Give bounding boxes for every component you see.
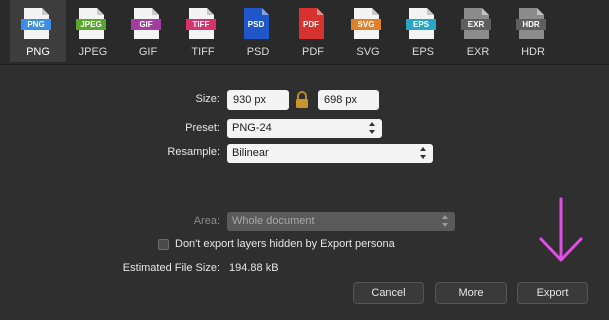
format-tag: EXR: [461, 19, 491, 30]
export-button[interactable]: Export: [517, 282, 588, 304]
resample-select[interactable]: Bilinear: [227, 144, 433, 163]
format-tag: JPEG: [76, 19, 106, 30]
cancel-button[interactable]: Cancel: [353, 282, 424, 304]
width-field[interactable]: 930 px: [227, 90, 289, 110]
lock-icon[interactable]: [295, 91, 309, 109]
format-psd-button[interactable]: PSD PSD: [230, 0, 286, 64]
format-label: EPS: [411, 46, 434, 58]
format-tag: PNG: [21, 19, 51, 30]
format-label: JPEG: [78, 46, 108, 58]
updown-icon: [442, 215, 449, 227]
format-svg-button[interactable]: SVG SVG: [340, 0, 396, 64]
format-tiff-button[interactable]: TIFF TIFF: [175, 0, 231, 64]
more-button[interactable]: More: [435, 282, 507, 304]
format-pdf-button[interactable]: PDF PDF: [285, 0, 341, 64]
hidden-layers-checkbox[interactable]: [158, 239, 169, 250]
area-value: Whole document: [232, 215, 315, 227]
format-label: PSD: [246, 46, 270, 58]
format-tag: TIFF: [186, 19, 216, 30]
format-gif-button[interactable]: GIF GIF: [120, 0, 176, 64]
format-toolbar: PNG PNG JPEG JPEG GIF GIF TIFF TIFF PSD PSD PDF PDF…: [0, 0, 609, 65]
format-label: GIF: [138, 46, 158, 58]
format-jpeg-button[interactable]: JPEG JPEG: [65, 0, 121, 64]
area-label: Area:: [193, 215, 220, 227]
preset-value: PNG-24: [232, 122, 272, 134]
format-tag: EPS: [406, 19, 436, 30]
format-tag: PSD: [247, 20, 265, 29]
preset-select[interactable]: PNG-24: [227, 119, 382, 138]
format-hdr-button[interactable]: HDR HDR: [505, 0, 561, 64]
format-tag: PDF: [303, 20, 319, 29]
format-tag: SVG: [351, 19, 381, 30]
preset-label: Preset:: [185, 122, 220, 134]
resample-value: Bilinear: [232, 147, 269, 159]
hidden-layers-label[interactable]: Don't export layers hidden by Export per…: [175, 238, 395, 250]
area-select[interactable]: Whole document: [227, 212, 455, 231]
format-label: TIFF: [191, 46, 215, 58]
estimated-size-value: 194.88 kB: [229, 262, 279, 274]
updown-icon: [420, 147, 427, 159]
format-label: PDF: [302, 46, 324, 58]
size-label: Size:: [195, 93, 220, 105]
updown-icon: [369, 122, 376, 134]
height-field[interactable]: 698 px: [318, 90, 379, 110]
estimated-size-label: Estimated File Size:: [122, 262, 220, 274]
down-arrow-icon: [539, 197, 583, 262]
format-label: EXR: [466, 46, 490, 58]
resample-label: Resample:: [167, 146, 220, 158]
format-eps-button[interactable]: EPS EPS: [395, 0, 451, 64]
format-tag: HDR: [516, 19, 546, 30]
format-png-button[interactable]: PNG PNG: [10, 0, 66, 64]
format-label: SVG: [356, 46, 380, 58]
format-exr-button[interactable]: EXR EXR: [450, 0, 506, 64]
format-label: PNG: [26, 46, 50, 58]
format-label: HDR: [521, 46, 545, 58]
format-tag: GIF: [131, 19, 161, 30]
